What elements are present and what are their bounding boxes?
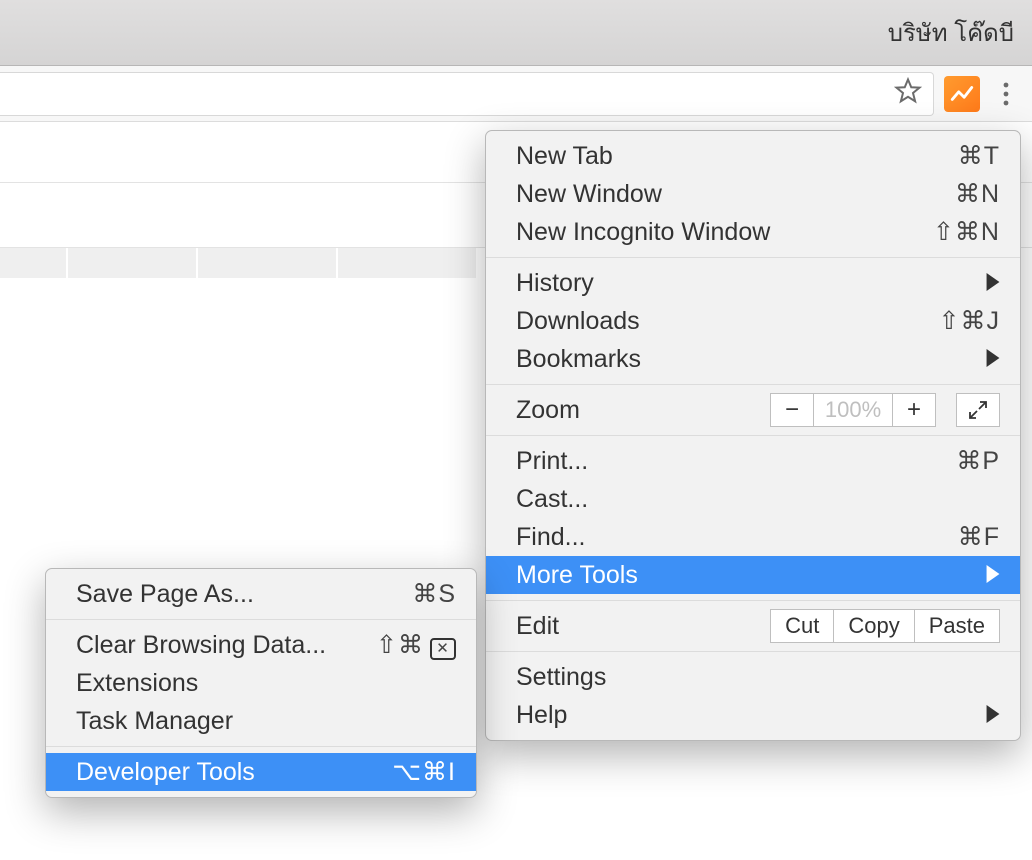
zoom-out-button[interactable]: − (770, 393, 814, 427)
menu-label: New Tab (516, 142, 934, 171)
menu-zoom: Zoom − 100% + (486, 391, 1020, 429)
menu-accelerator: ⌘T (958, 141, 1000, 171)
submenu-task-manager[interactable]: Task Manager (46, 702, 476, 740)
edit-cut-button[interactable]: Cut (770, 609, 834, 643)
menu-separator (46, 746, 476, 747)
menu-label: Print... (516, 447, 932, 476)
menu-label: Help (516, 701, 962, 730)
chrome-menu-button[interactable] (988, 76, 1024, 112)
analytics-extension-icon[interactable] (944, 76, 980, 112)
submenu-developer-tools[interactable]: Developer Tools ⌥⌘I (46, 753, 476, 791)
menu-accelerator: ⌘S (412, 579, 456, 609)
menu-label: Edit (516, 612, 770, 641)
menu-separator (486, 651, 1020, 652)
menu-separator (486, 257, 1020, 258)
zoom-in-button[interactable]: + (892, 393, 936, 427)
bookmark-star-icon[interactable] (893, 76, 923, 111)
menu-settings[interactable]: Settings (486, 658, 1020, 696)
menu-label: New Incognito Window (516, 218, 909, 247)
menu-new-window[interactable]: New Window ⌘N (486, 175, 1020, 213)
menu-label: Bookmarks (516, 345, 962, 374)
menu-accelerator: ⌘F (958, 522, 1000, 552)
menu-label: Save Page As... (76, 580, 388, 609)
menu-label: Downloads (516, 307, 915, 336)
submenu-extensions[interactable]: Extensions (46, 664, 476, 702)
bookmark-item[interactable]: บริษัท โค๊ดบี (888, 13, 1014, 52)
submenu-arrow-icon (986, 269, 1000, 298)
menu-separator (486, 384, 1020, 385)
menu-label: Zoom (516, 396, 770, 425)
menu-label: New Window (516, 180, 931, 209)
menu-label: More Tools (516, 561, 962, 590)
edit-paste-button[interactable]: Paste (915, 609, 1000, 643)
menu-print[interactable]: Print... ⌘P (486, 442, 1020, 480)
menu-accelerator: ⌘N (955, 179, 1000, 209)
menu-bookmarks[interactable]: Bookmarks (486, 340, 1020, 378)
address-bar[interactable] (0, 72, 934, 116)
menu-accelerator: ⇧⌘✕ (376, 630, 456, 660)
menu-accelerator: ⇧⌘J (939, 306, 1000, 336)
delete-key-icon: ✕ (430, 638, 456, 660)
menu-find[interactable]: Find... ⌘F (486, 518, 1020, 556)
menu-cast[interactable]: Cast... (486, 480, 1020, 518)
menu-downloads[interactable]: Downloads ⇧⌘J (486, 302, 1020, 340)
menu-new-incognito[interactable]: New Incognito Window ⇧⌘N (486, 213, 1020, 251)
menu-accelerator: ⌥⌘I (392, 757, 456, 787)
menu-label: Settings (516, 663, 1000, 692)
menu-label: Task Manager (76, 707, 456, 736)
menu-help[interactable]: Help (486, 696, 1020, 734)
chrome-main-menu: New Tab ⌘T New Window ⌘N New Incognito W… (485, 130, 1021, 741)
menu-edit: Edit Cut Copy Paste (486, 607, 1020, 645)
menu-label: Developer Tools (76, 758, 368, 787)
menu-accelerator: ⌘P (956, 446, 1000, 476)
submenu-clear-browsing-data[interactable]: Clear Browsing Data... ⇧⌘✕ (46, 626, 476, 664)
submenu-save-page[interactable]: Save Page As... ⌘S (46, 575, 476, 613)
submenu-arrow-icon (986, 561, 1000, 590)
menu-label: Clear Browsing Data... (76, 631, 352, 660)
menu-more-tools[interactable]: More Tools (486, 556, 1020, 594)
menu-separator (46, 619, 476, 620)
more-tools-submenu: Save Page As... ⌘S Clear Browsing Data..… (45, 568, 477, 798)
zoom-level: 100% (814, 393, 892, 427)
submenu-arrow-icon (986, 701, 1000, 730)
menu-label: Extensions (76, 669, 456, 698)
menu-history[interactable]: History (486, 264, 1020, 302)
menu-label: Find... (516, 523, 934, 552)
menu-new-tab[interactable]: New Tab ⌘T (486, 137, 1020, 175)
submenu-arrow-icon (986, 345, 1000, 374)
bookmark-bar: บริษัท โค๊ดบี (0, 0, 1032, 66)
menu-separator (486, 435, 1020, 436)
fullscreen-button[interactable] (956, 393, 1000, 427)
menu-separator (486, 600, 1020, 601)
menu-label: Cast... (516, 485, 1000, 514)
edit-copy-button[interactable]: Copy (834, 609, 914, 643)
menu-accelerator: ⇧⌘N (933, 217, 1000, 247)
menu-label: History (516, 269, 962, 298)
toolbar (0, 66, 1032, 122)
